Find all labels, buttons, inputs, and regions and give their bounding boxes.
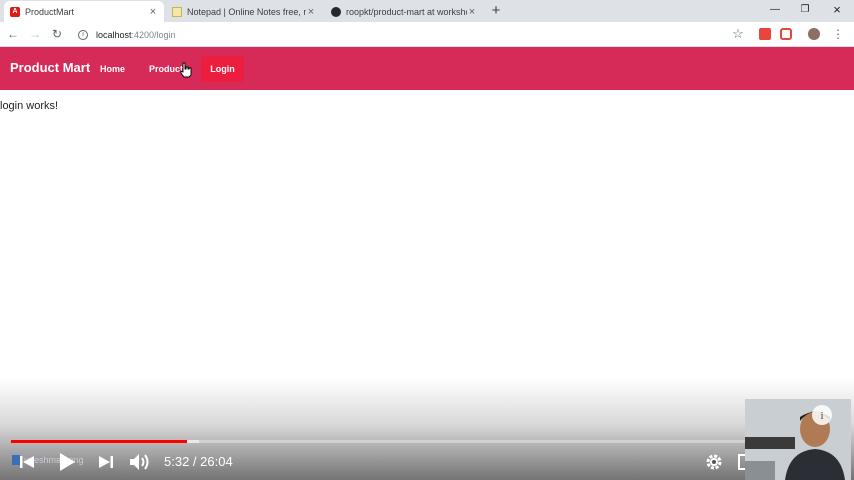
- tab-productmart[interactable]: A ProductMart ×: [4, 1, 164, 22]
- tab-notepad[interactable]: Notepad | Online Notes free, no ×: [166, 1, 322, 22]
- screen: A ProductMart × Notepad | Online Notes f…: [0, 0, 854, 480]
- settings-button[interactable]: [702, 451, 726, 473]
- reload-icon[interactable]: ↻: [49, 26, 65, 42]
- info-icon[interactable]: i: [78, 29, 88, 40]
- back-arrow-icon[interactable]: ←: [5, 26, 21, 42]
- forward-arrow-icon[interactable]: →: [27, 26, 43, 42]
- progress-bar[interactable]: [11, 440, 843, 443]
- next-button[interactable]: [95, 451, 117, 473]
- notepad-icon: [172, 6, 182, 17]
- brand-title[interactable]: Product Mart: [10, 60, 90, 75]
- url-host: localhost: [96, 29, 132, 40]
- volume-button[interactable]: [128, 451, 152, 473]
- hand-cursor-icon: [180, 62, 192, 78]
- app-navbar: Product Mart Home Product Login: [0, 47, 854, 90]
- url-path: :4200/login: [131, 29, 176, 40]
- webcam-overlay: i: [745, 399, 851, 480]
- new-tab-button[interactable]: +: [488, 3, 504, 19]
- skip-next-icon: [99, 456, 113, 468]
- minimize-button[interactable]: —: [760, 2, 790, 18]
- svg-text:i: i: [820, 410, 823, 422]
- previous-button[interactable]: [16, 451, 38, 473]
- angular-icon: A: [10, 6, 20, 17]
- browser-tab-strip: A ProductMart × Notepad | Online Notes f…: [0, 0, 854, 22]
- skip-previous-icon: [20, 456, 34, 468]
- star-icon[interactable]: ☆: [730, 26, 746, 42]
- close-icon[interactable]: ×: [148, 6, 158, 18]
- close-icon[interactable]: ×: [467, 6, 477, 18]
- address-bar[interactable]: i localhost:4200/login: [72, 25, 752, 44]
- pocket-icon[interactable]: [780, 28, 792, 40]
- presenter-image: i: [745, 399, 851, 480]
- avatar[interactable]: [808, 28, 820, 40]
- login-message: login works!: [0, 100, 59, 112]
- tab-title: roopkt/product-mart at worksho: [346, 6, 467, 17]
- played-bar: [11, 440, 188, 443]
- play-icon: [60, 453, 75, 471]
- close-window-button[interactable]: ×: [822, 2, 852, 18]
- github-icon: [331, 6, 341, 17]
- nav-login[interactable]: Login: [201, 56, 244, 82]
- tab-title: ProductMart: [25, 6, 75, 17]
- close-icon[interactable]: ×: [306, 6, 316, 18]
- menu-dots-icon[interactable]: ⋮: [830, 26, 846, 42]
- gear-icon: [706, 454, 722, 470]
- time-display: 5:32 / 26:04: [164, 454, 233, 469]
- restore-button[interactable]: ❐: [790, 2, 820, 18]
- play-button[interactable]: [55, 451, 79, 473]
- extension-icon[interactable]: [759, 28, 771, 40]
- volume-icon: [130, 454, 149, 470]
- tab-title: Notepad | Online Notes free, no: [187, 6, 306, 17]
- tab-github[interactable]: roopkt/product-mart at worksho ×: [325, 1, 483, 22]
- nav-home[interactable]: Home: [91, 56, 134, 82]
- browser-toolbar: ← → ↻ i localhost:4200/login ☆ ⋮: [0, 22, 854, 47]
